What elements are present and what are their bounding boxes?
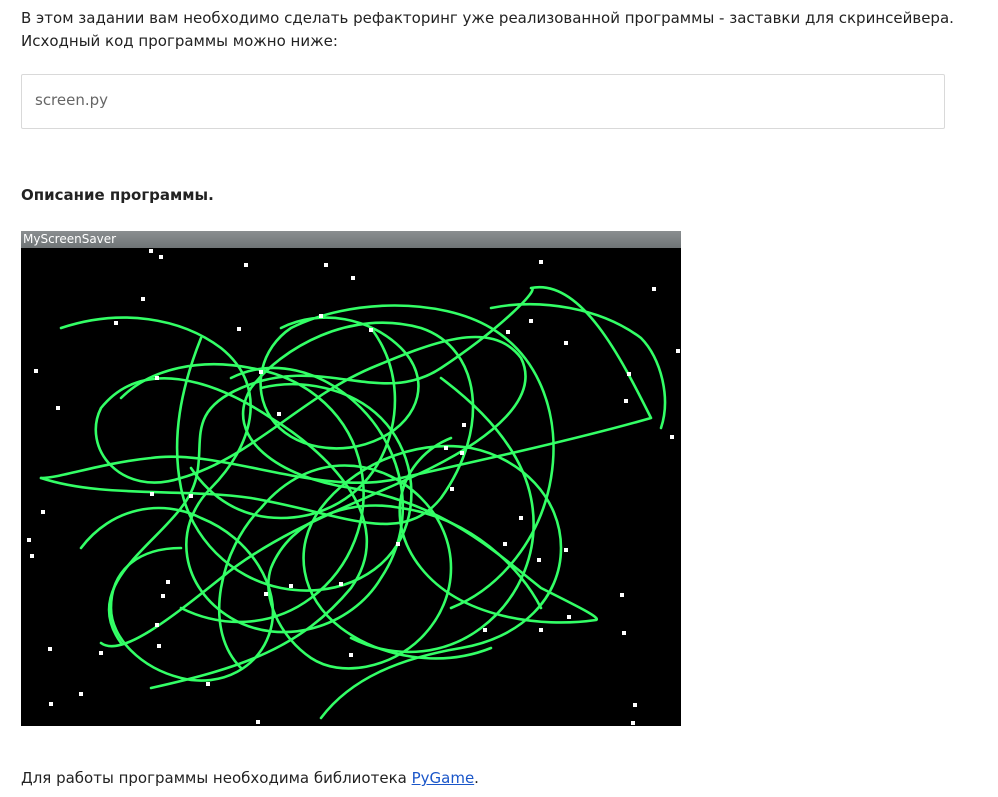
screensaver-point [289, 584, 293, 588]
screensaver-point [631, 721, 635, 725]
screensaver-point [319, 314, 323, 318]
screensaver-point [99, 651, 103, 655]
screensaver-point [155, 376, 159, 380]
screensaver-point [460, 451, 464, 455]
screensaver-point [56, 406, 60, 410]
intro-line-1: В этом задании вам необходимо сделать ре… [21, 9, 954, 27]
footer-text-after: . [474, 769, 479, 787]
screensaver-point [670, 435, 674, 439]
screensaver-point [237, 327, 241, 331]
footer-text: Для работы программы необходима библиоте… [21, 769, 479, 787]
screensaver-point [351, 276, 355, 280]
screensaver-point [189, 494, 193, 498]
screensaver-point [506, 330, 510, 334]
screensaver-point [349, 653, 353, 657]
screensaver-point [529, 319, 533, 323]
screensaver-point [30, 554, 34, 558]
screensaver-point [462, 423, 466, 427]
screensaver-point [49, 702, 53, 706]
screensaver-point [34, 369, 38, 373]
screensaver-point [141, 297, 145, 301]
screensaver-point [244, 263, 248, 267]
screensaver-point [256, 720, 260, 724]
screensaver-point [396, 542, 400, 546]
screensaver-curve [39, 321, 599, 624]
pygame-link[interactable]: PyGame [412, 769, 475, 787]
screensaver-point [519, 516, 523, 520]
screensaver-point [539, 260, 543, 264]
screensaver-point [633, 703, 637, 707]
screensaver-point [503, 542, 507, 546]
screensaver-canvas [21, 248, 681, 726]
screensaver-point [627, 372, 631, 376]
screensaver-curve [94, 335, 527, 690]
screensaver-point [369, 328, 373, 332]
screensaver-screenshot: MyScreenSaver [21, 231, 681, 726]
screensaver-curve [79, 506, 275, 682]
screensaver-curve [489, 302, 667, 430]
intro-line-2: Исходный код программы можно ниже: [21, 32, 338, 50]
footer-text-before: Для работы программы необходима библиоте… [21, 769, 412, 787]
screensaver-point [537, 558, 541, 562]
screensaver-point [277, 412, 281, 416]
attachment-filename[interactable]: screen.py [35, 91, 108, 109]
screensaver-point [564, 548, 568, 552]
screensaver-point [539, 628, 543, 632]
screensaver-point [324, 263, 328, 267]
screensaver-point [155, 623, 159, 627]
screensaver-point [166, 580, 170, 584]
screensaver-point [564, 341, 568, 345]
screensaver-point [149, 249, 153, 253]
screensaver-point [27, 538, 31, 542]
screensaver-window-title: MyScreenSaver [21, 231, 681, 248]
screensaver-point [114, 321, 118, 325]
screensaver-point [150, 492, 154, 496]
screensaver-point [483, 628, 487, 632]
screensaver-point [450, 487, 454, 491]
screensaver-point [157, 644, 161, 648]
attachment-file-link[interactable]: screen.py [21, 74, 945, 129]
screensaver-point [444, 446, 448, 450]
screensaver-curve [349, 376, 535, 654]
screensaver-point [259, 370, 263, 374]
screensaver-point [676, 349, 680, 353]
screensaver-point [79, 692, 83, 696]
screensaver-point [652, 287, 656, 291]
screensaver-point [264, 592, 268, 596]
screensaver-point [161, 594, 165, 598]
description-heading: Описание программы. [21, 186, 214, 204]
screensaver-point [567, 615, 571, 619]
screensaver-point [339, 582, 343, 586]
screensaver-point [620, 593, 624, 597]
screensaver-point [622, 631, 626, 635]
screensaver-point [206, 682, 210, 686]
intro-text: В этом задании вам необходимо сделать ре… [21, 7, 981, 53]
screensaver-point [41, 510, 45, 514]
screensaver-point [624, 399, 628, 403]
screensaver-point [159, 255, 163, 259]
screensaver-point [48, 647, 52, 651]
